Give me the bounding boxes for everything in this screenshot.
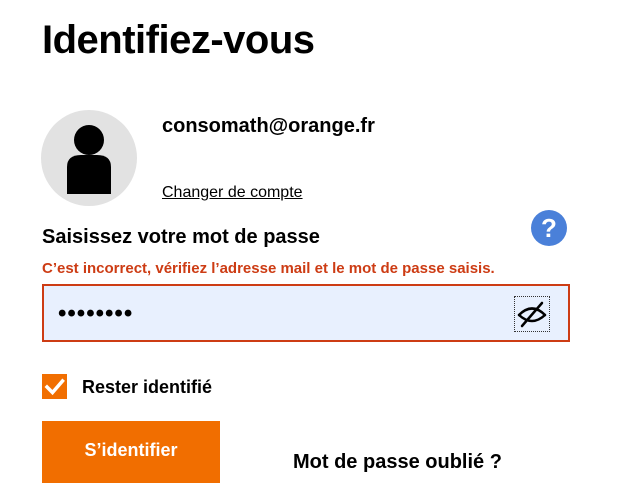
remember-me-checkbox[interactable] [42, 374, 67, 399]
remember-me-label: Rester identifié [82, 377, 213, 397]
error-message: C’est incorrect, vérifiez l’adresse mail… [42, 260, 495, 277]
avatar [41, 110, 137, 206]
page-title: Identifiez-vous [42, 18, 315, 62]
eye-slash-icon [517, 301, 547, 328]
forgot-password-link[interactable]: Mot de passe oublié ? [293, 449, 502, 475]
toggle-password-visibility-button[interactable] [514, 296, 550, 332]
password-field[interactable]: •••••••• [42, 284, 570, 342]
sign-in-button[interactable]: S’identifier [42, 421, 220, 483]
password-label: Saisissez votre mot de passe [42, 226, 320, 248]
account-email: consomath@orange.fr [162, 115, 375, 137]
user-silhouette-icon [67, 125, 111, 194]
checkmark-icon [44, 378, 65, 396]
question-mark-icon: ? [541, 213, 557, 243]
password-masked-value: •••••••• [58, 300, 134, 327]
help-button[interactable]: ? [531, 210, 567, 246]
change-account-link[interactable]: Changer de compte [162, 183, 303, 203]
